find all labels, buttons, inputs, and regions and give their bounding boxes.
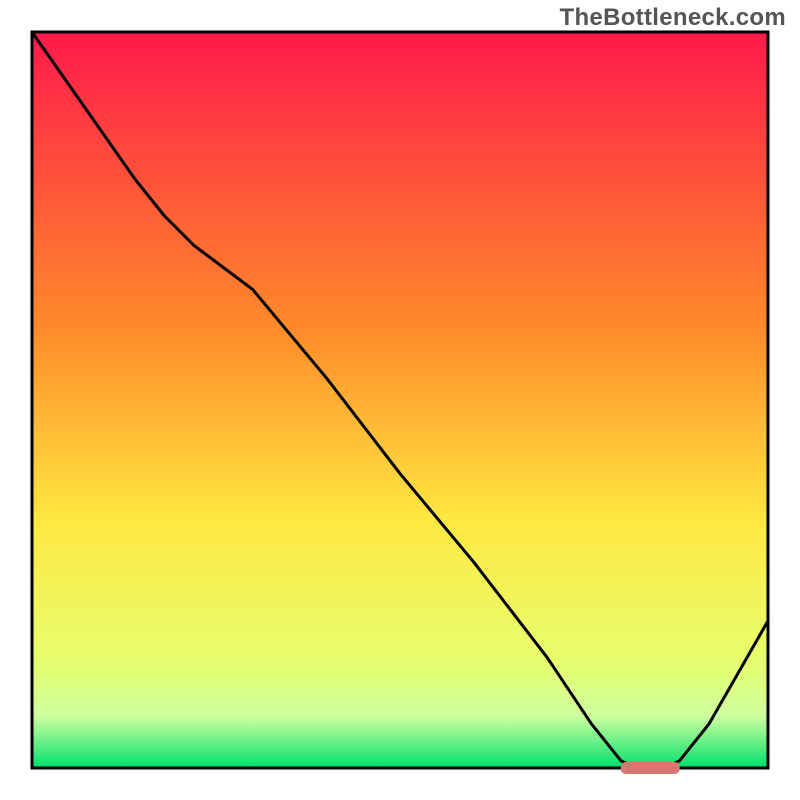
optimal-marker: [621, 762, 680, 774]
bottleneck-chart: [0, 0, 800, 800]
watermark-text: TheBottleneck.com: [560, 4, 786, 32]
chart-stage: TheBottleneck.com: [0, 0, 800, 800]
plot-background: [32, 32, 768, 768]
